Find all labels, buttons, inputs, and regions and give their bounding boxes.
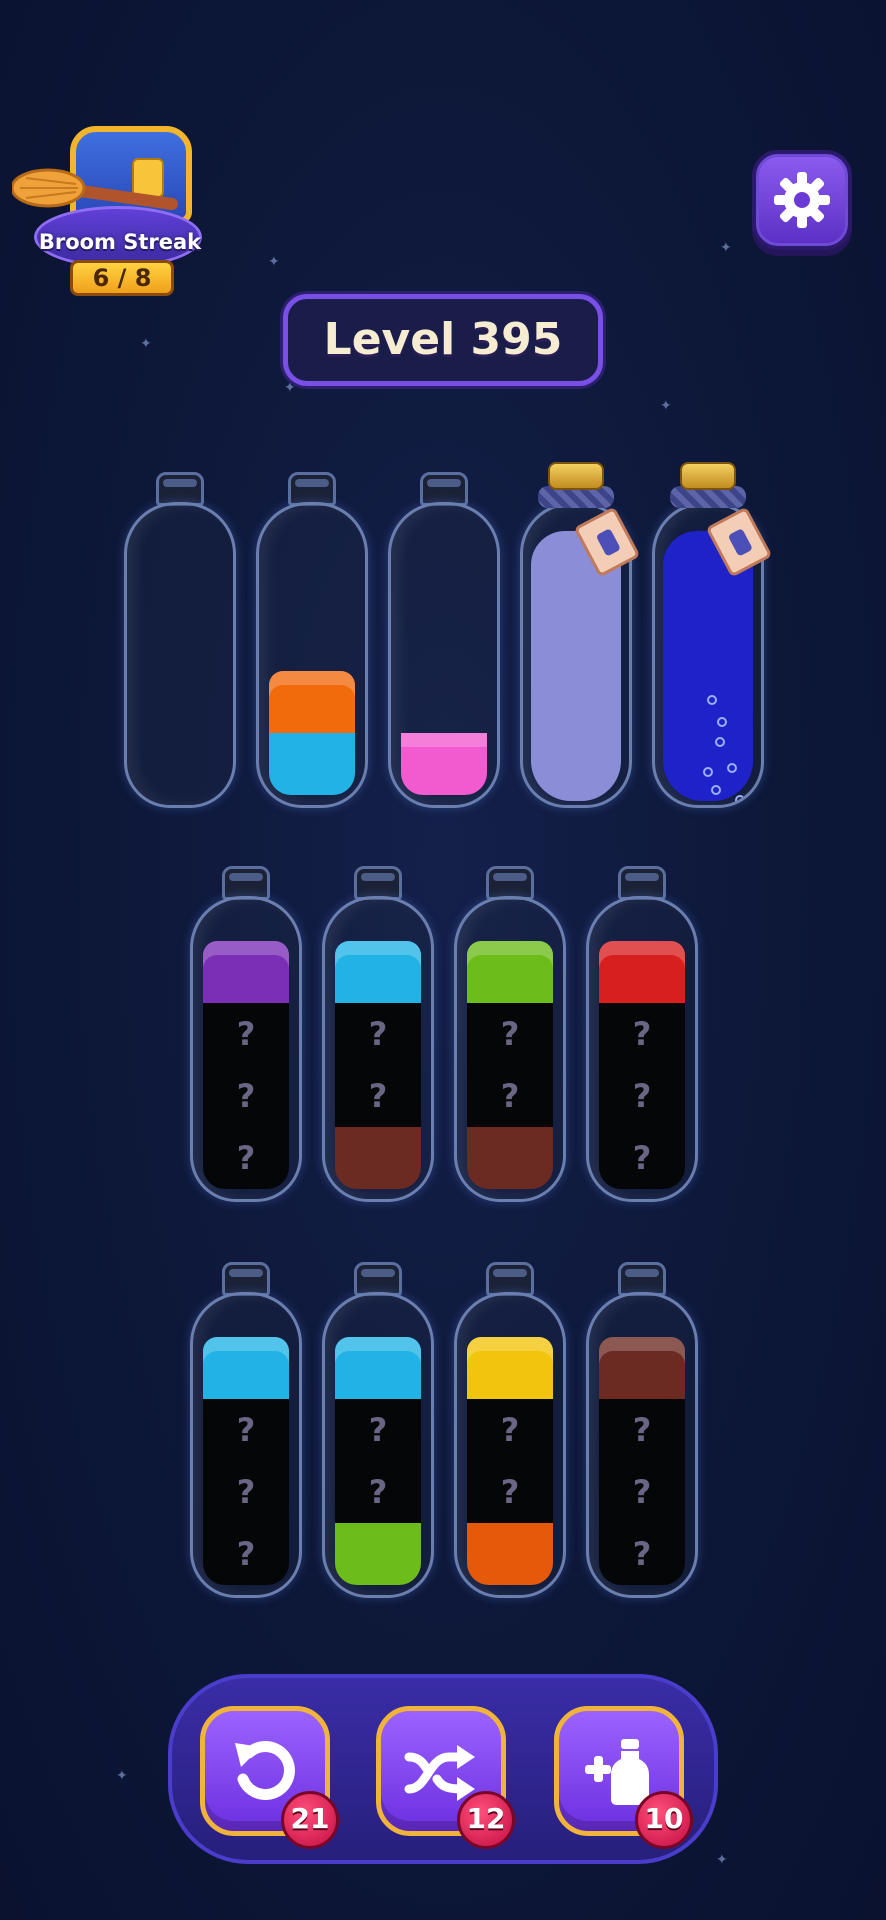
bottle-neck [354,866,402,900]
bottle-neck [486,1262,534,1296]
hidden-layer: ? [203,1065,289,1127]
bubble [711,785,721,795]
settings-button[interactable] [752,150,852,250]
bottle-r3-2[interactable]: ?? [322,1262,434,1598]
hidden-layer: ? [599,1003,685,1065]
star-decoration: ✦ [716,1852,728,1868]
hidden-layer: ? [467,1003,553,1065]
powerup-toolbar: 21 12 10 [168,1674,718,1864]
bottle-glass [388,502,500,808]
hidden-layer: ? [335,1003,421,1065]
bottle-glass: ?? [322,1292,434,1598]
bottle-r2-1[interactable]: ??? [190,866,302,1202]
bottle-glass: ??? [586,1292,698,1598]
liquid-layer-cyan [269,733,355,795]
star-decoration: ✦ [268,254,280,270]
hidden-layer: ? [599,1523,685,1585]
star-decoration: ✦ [660,398,672,414]
hidden-layer: ? [203,1461,289,1523]
liquid-layer-yellow [467,1337,553,1399]
bottle-r3-1[interactable]: ??? [190,1262,302,1598]
hidden-layer: ? [467,1065,553,1127]
hidden-layer: ? [203,1399,289,1461]
hidden-layer: ? [467,1461,553,1523]
add-bottle-count-badge: 10 [635,1791,693,1849]
bottle-neck [486,866,534,900]
bottle-glass [256,502,368,808]
bottle-r2-4[interactable]: ??? [586,866,698,1202]
bottle-glass: ??? [586,896,698,1202]
bottle-r1-1[interactable] [124,472,236,808]
bottle-glass: ?? [322,896,434,1202]
hidden-layer: ? [599,1127,685,1189]
bottle-r1-2[interactable] [256,472,368,808]
bottle-r1-4[interactable] [520,462,641,808]
liquid-layer-green [335,1523,421,1585]
bottle-neck [354,1262,402,1296]
shuffle-count-badge: 12 [457,1791,515,1849]
hidden-layer: ? [203,1523,289,1585]
bubble [707,695,717,705]
bubble [717,717,727,727]
bottle-neck [618,866,666,900]
liquid-layer-orange [269,671,355,733]
undo-count-badge: 21 [281,1791,339,1849]
hidden-layer: ? [467,1399,553,1461]
bottle-neck [156,472,204,506]
gear-icon [774,172,830,228]
streak-progress: 6 / 8 [70,260,174,296]
hidden-layer: ? [335,1065,421,1127]
bottle-r3-3[interactable]: ?? [454,1262,566,1598]
bottle-glass: ?? [454,1292,566,1598]
bottle-neck [618,1262,666,1296]
star-decoration: ✦ [720,240,732,256]
liquid-layer-brown [335,1127,421,1189]
hidden-layer: ? [335,1399,421,1461]
star-decoration: ✦ [140,336,152,352]
liquid-layer-cyan [335,1337,421,1399]
liquid-layer-deep_orange [467,1523,553,1585]
bubble [703,767,713,777]
liquid-layer-brown [599,1337,685,1399]
undo-button[interactable]: 21 [200,1706,339,1849]
bubble [735,795,745,805]
cork-stopper-icon [680,462,736,490]
liquid-layer-cyan [335,941,421,1003]
bottle-glass: ?? [454,896,566,1202]
hidden-layer: ? [599,1461,685,1523]
bottle-glass: ??? [190,1292,302,1598]
bottle-glass [124,502,236,808]
liquid-layer-purple [203,941,289,1003]
bubble [727,763,737,773]
streak-label: Broom Streak [38,230,202,254]
cork-stopper-icon [548,462,604,490]
hidden-layer: ? [203,1003,289,1065]
hidden-layer: ? [203,1127,289,1189]
hidden-layer: ? [599,1399,685,1461]
liquid-layer-green [467,941,553,1003]
star-decoration: ✦ [116,1768,128,1784]
liquid-layer-red [599,941,685,1003]
bottle-neck [420,472,468,506]
bottle-r1-5[interactable] [652,462,773,808]
bottle-glass: ??? [190,896,302,1202]
liquid-layer-cyan [203,1337,289,1399]
liquid-layer-brown [467,1127,553,1189]
hidden-layer: ? [599,1065,685,1127]
bottle-neck [222,1262,270,1296]
shuffle-button[interactable]: 12 [376,1706,515,1849]
broom-streak-widget[interactable]: Broom Streak 6 / 8 [12,118,212,300]
hidden-layer: ? [335,1461,421,1523]
bubble [715,737,725,747]
liquid-layer-pink [401,733,487,795]
bottle-neck [288,472,336,506]
bottle-r2-3[interactable]: ?? [454,866,566,1202]
bottle-neck [222,866,270,900]
add-bottle-button[interactable]: 10 [554,1706,693,1849]
bottle-r1-3[interactable] [388,472,500,808]
bottle-r2-2[interactable]: ?? [322,866,434,1202]
level-title: Level 395 [283,294,603,386]
bottle-r3-4[interactable]: ??? [586,1262,698,1598]
